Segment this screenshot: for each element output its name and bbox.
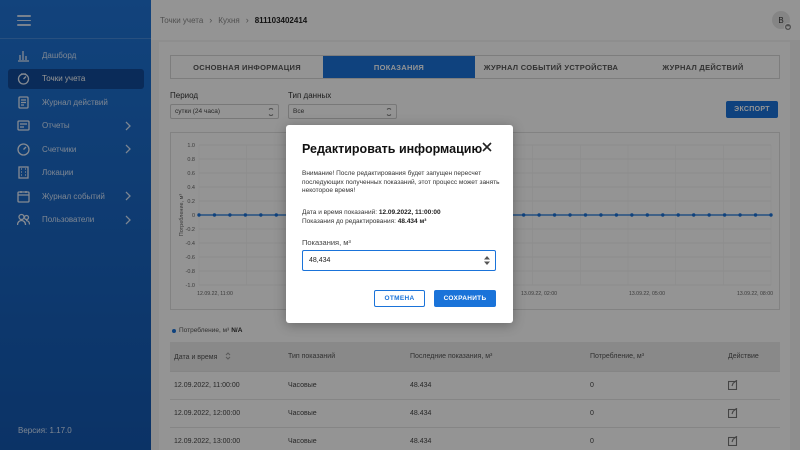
stepper-icon[interactable] (484, 255, 490, 266)
modal-date-line: Дата и время показаний: 12.09.2022, 11:0… (302, 209, 441, 216)
save-button[interactable]: СОХРАНИТЬ (434, 290, 496, 307)
reading-input[interactable]: 48,434 (302, 250, 496, 271)
before-value: 48.434 м³ (397, 218, 427, 225)
reading-field-label: Показания, м³ (302, 238, 351, 247)
before-label: Показания до редактирования: (302, 218, 396, 225)
edit-info-modal: Редактировать информацию Внимание! После… (286, 125, 513, 323)
reading-input-value: 48,434 (309, 257, 331, 264)
modal-title: Редактировать информацию (302, 142, 483, 156)
close-icon[interactable] (482, 142, 494, 154)
modal-before-line: Показания до редактирования: 48.434 м³ (302, 218, 426, 225)
date-value: 12.09.2022, 11:00:00 (378, 209, 441, 216)
cancel-button[interactable]: ОТМЕНА (374, 290, 425, 307)
date-label: Дата и время показаний: (302, 209, 378, 216)
modal-warning: Внимание! После редактирования будет зап… (302, 170, 500, 195)
